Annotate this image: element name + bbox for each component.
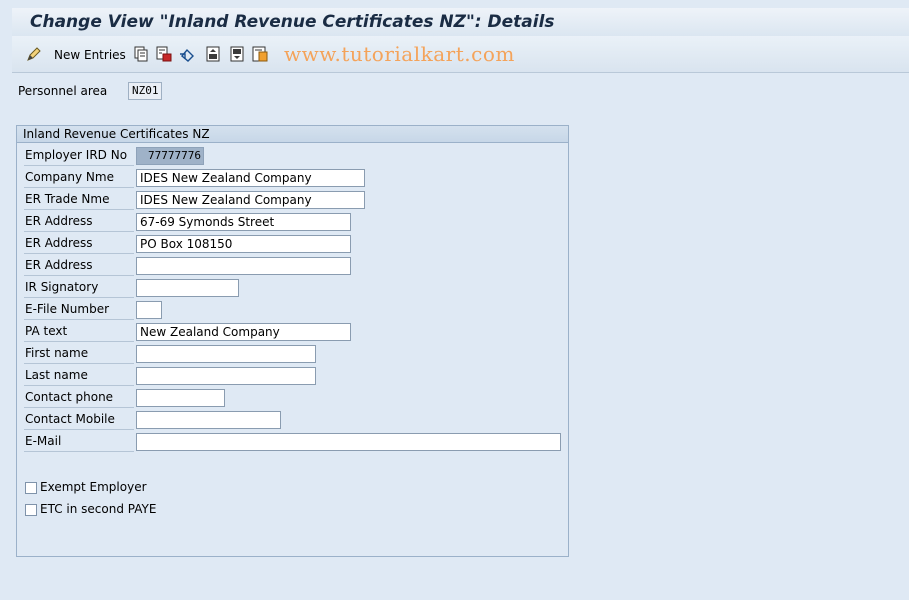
first-name-label: First name [24,344,134,364]
er-address-1-label: ER Address [24,212,134,232]
first-name-field[interactable] [136,345,316,363]
copy-icon[interactable] [133,46,149,62]
email-field[interactable] [136,433,561,451]
variant-icon[interactable] [252,46,268,62]
employer-ird-field[interactable]: 77777776 [136,147,204,165]
etc-second-paye-checkbox[interactable] [25,504,37,516]
contact-mobile-field[interactable] [136,411,281,429]
e-file-number-label: E-File Number [24,300,134,320]
er-trade-name-label: ER Trade Nme [24,190,134,210]
pa-text-label: PA text [24,322,134,342]
last-name-field[interactable] [136,367,316,385]
e-file-number-field[interactable] [136,301,162,319]
er-address-2-label: ER Address [24,234,134,254]
inland-revenue-group: Inland Revenue Certificates NZ Employer … [16,125,569,557]
prev-icon[interactable] [205,46,221,62]
employer-ird-label: Employer IRD No [24,146,134,166]
main-content: Personnel area NZ01 Inland Revenue Certi… [12,73,909,600]
er-address-2-field[interactable]: PO Box 108150 [136,235,351,253]
ir-signatory-field[interactable] [136,279,239,297]
company-name-label: Company Nme [24,168,134,188]
new-entries-button[interactable]: New Entries [54,48,126,62]
pa-text-field[interactable]: New Zealand Company [136,323,351,341]
contact-phone-field[interactable] [136,389,225,407]
title-bar: Change View "Inland Revenue Certificates… [12,8,909,37]
ir-signatory-label: IR Signatory [24,278,134,298]
contact-phone-label: Contact phone [24,388,134,408]
er-address-3-label: ER Address [24,256,134,276]
group-title: Inland Revenue Certificates NZ [17,126,568,143]
next-icon[interactable] [229,46,245,62]
etc-second-paye-label: ETC in second PAYE [40,502,157,516]
watermark-text: www.tutorialkart.com [284,42,515,66]
er-trade-name-field[interactable]: IDES New Zealand Company [136,191,365,209]
page-title: Change View "Inland Revenue Certificates… [30,12,555,32]
application-toolbar: New Entries www.tutorialkart.com [12,36,909,73]
email-label: E-Mail [24,432,134,452]
last-name-label: Last name [24,366,134,386]
delete-icon[interactable] [156,46,172,62]
er-address-1-field[interactable]: 67-69 Symonds Street [136,213,351,231]
exempt-employer-label: Exempt Employer [40,480,147,494]
pen-icon[interactable] [26,46,42,62]
contact-mobile-label: Contact Mobile [24,410,134,430]
company-name-field[interactable]: IDES New Zealand Company [136,169,365,187]
undo-icon[interactable] [179,46,195,62]
exempt-employer-checkbox[interactable] [25,482,37,494]
er-address-3-field[interactable] [136,257,351,275]
personnel-area-label: Personnel area [18,84,108,98]
personnel-area-field: NZ01 [128,82,162,100]
